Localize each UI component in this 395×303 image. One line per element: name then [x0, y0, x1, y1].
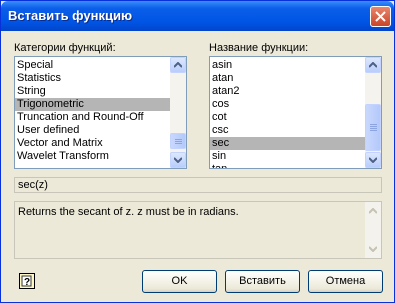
help-icon: ? [21, 275, 32, 288]
function-item[interactable]: atan [210, 72, 365, 85]
function-description-field: Returns the secant of z. z must be in ra… [14, 201, 382, 259]
functions-scroll-down[interactable] [365, 152, 381, 168]
category-item[interactable]: Vector and Matrix [15, 137, 170, 150]
function-signature-field: sec(z) [14, 177, 382, 193]
description-scrollbar [365, 202, 381, 258]
function-item[interactable]: tan [210, 163, 365, 168]
dialog-title: Вставить функцию [8, 8, 133, 23]
scroll-up-arrow-icon [369, 208, 377, 214]
category-item[interactable]: String [15, 85, 170, 98]
functions-scroll-up[interactable] [365, 57, 381, 73]
categories-list[interactable]: Special Statistics String Trigonometric Trun… [14, 56, 187, 169]
ok-button[interactable]: OK [142, 270, 217, 293]
categories-scrollbar[interactable] [170, 57, 186, 168]
categories-scroll-down[interactable] [170, 152, 186, 168]
title-bar[interactable]: Вставить функцию [1, 1, 394, 31]
help-button[interactable]: ? [19, 273, 35, 289]
scroll-up-arrow-icon [174, 62, 182, 68]
category-item[interactable]: Truncation and Round-Off [15, 111, 170, 124]
function-description: Returns the secant of z. z must be in ra… [18, 206, 239, 218]
function-item[interactable]: cos [210, 98, 365, 111]
categories-label: Категории функций: [14, 42, 116, 54]
function-item[interactable]: sec [210, 137, 365, 150]
function-signature: sec(z) [18, 179, 48, 191]
functions-label: Название функции: [209, 42, 309, 54]
function-item[interactable]: asin [210, 59, 365, 72]
cancel-button[interactable]: Отмена [308, 270, 383, 293]
categories-scroll-thumb[interactable] [170, 133, 186, 149]
category-item[interactable]: User defined [15, 124, 170, 137]
category-item[interactable]: Wavelet Transform [15, 150, 170, 163]
functions-list[interactable]: asin atan atan2 cos cot csc sec sin tan [209, 56, 382, 169]
insert-function-dialog: Вставить функцию Категории функций: Назв… [0, 0, 395, 303]
insert-button[interactable]: Вставить [225, 270, 300, 293]
function-item[interactable]: csc [210, 124, 365, 137]
function-item[interactable]: sin [210, 150, 365, 163]
help-mark: ? [24, 277, 30, 288]
category-item[interactable]: Special [15, 59, 170, 72]
scroll-up-arrow-icon [369, 62, 377, 68]
functions-scroll-thumb[interactable] [365, 104, 381, 151]
functions-scrollbar[interactable] [365, 57, 381, 168]
category-item[interactable]: Statistics [15, 72, 170, 85]
scroll-down-arrow-icon [174, 157, 182, 163]
close-icon [375, 11, 386, 22]
function-item[interactable]: cot [210, 111, 365, 124]
function-item[interactable]: atan2 [210, 85, 365, 98]
close-button[interactable] [370, 6, 391, 27]
category-item[interactable]: Trigonometric [15, 98, 170, 111]
categories-scroll-up[interactable] [170, 57, 186, 73]
scroll-down-arrow-icon [369, 246, 377, 252]
scroll-down-arrow-icon [369, 157, 377, 163]
